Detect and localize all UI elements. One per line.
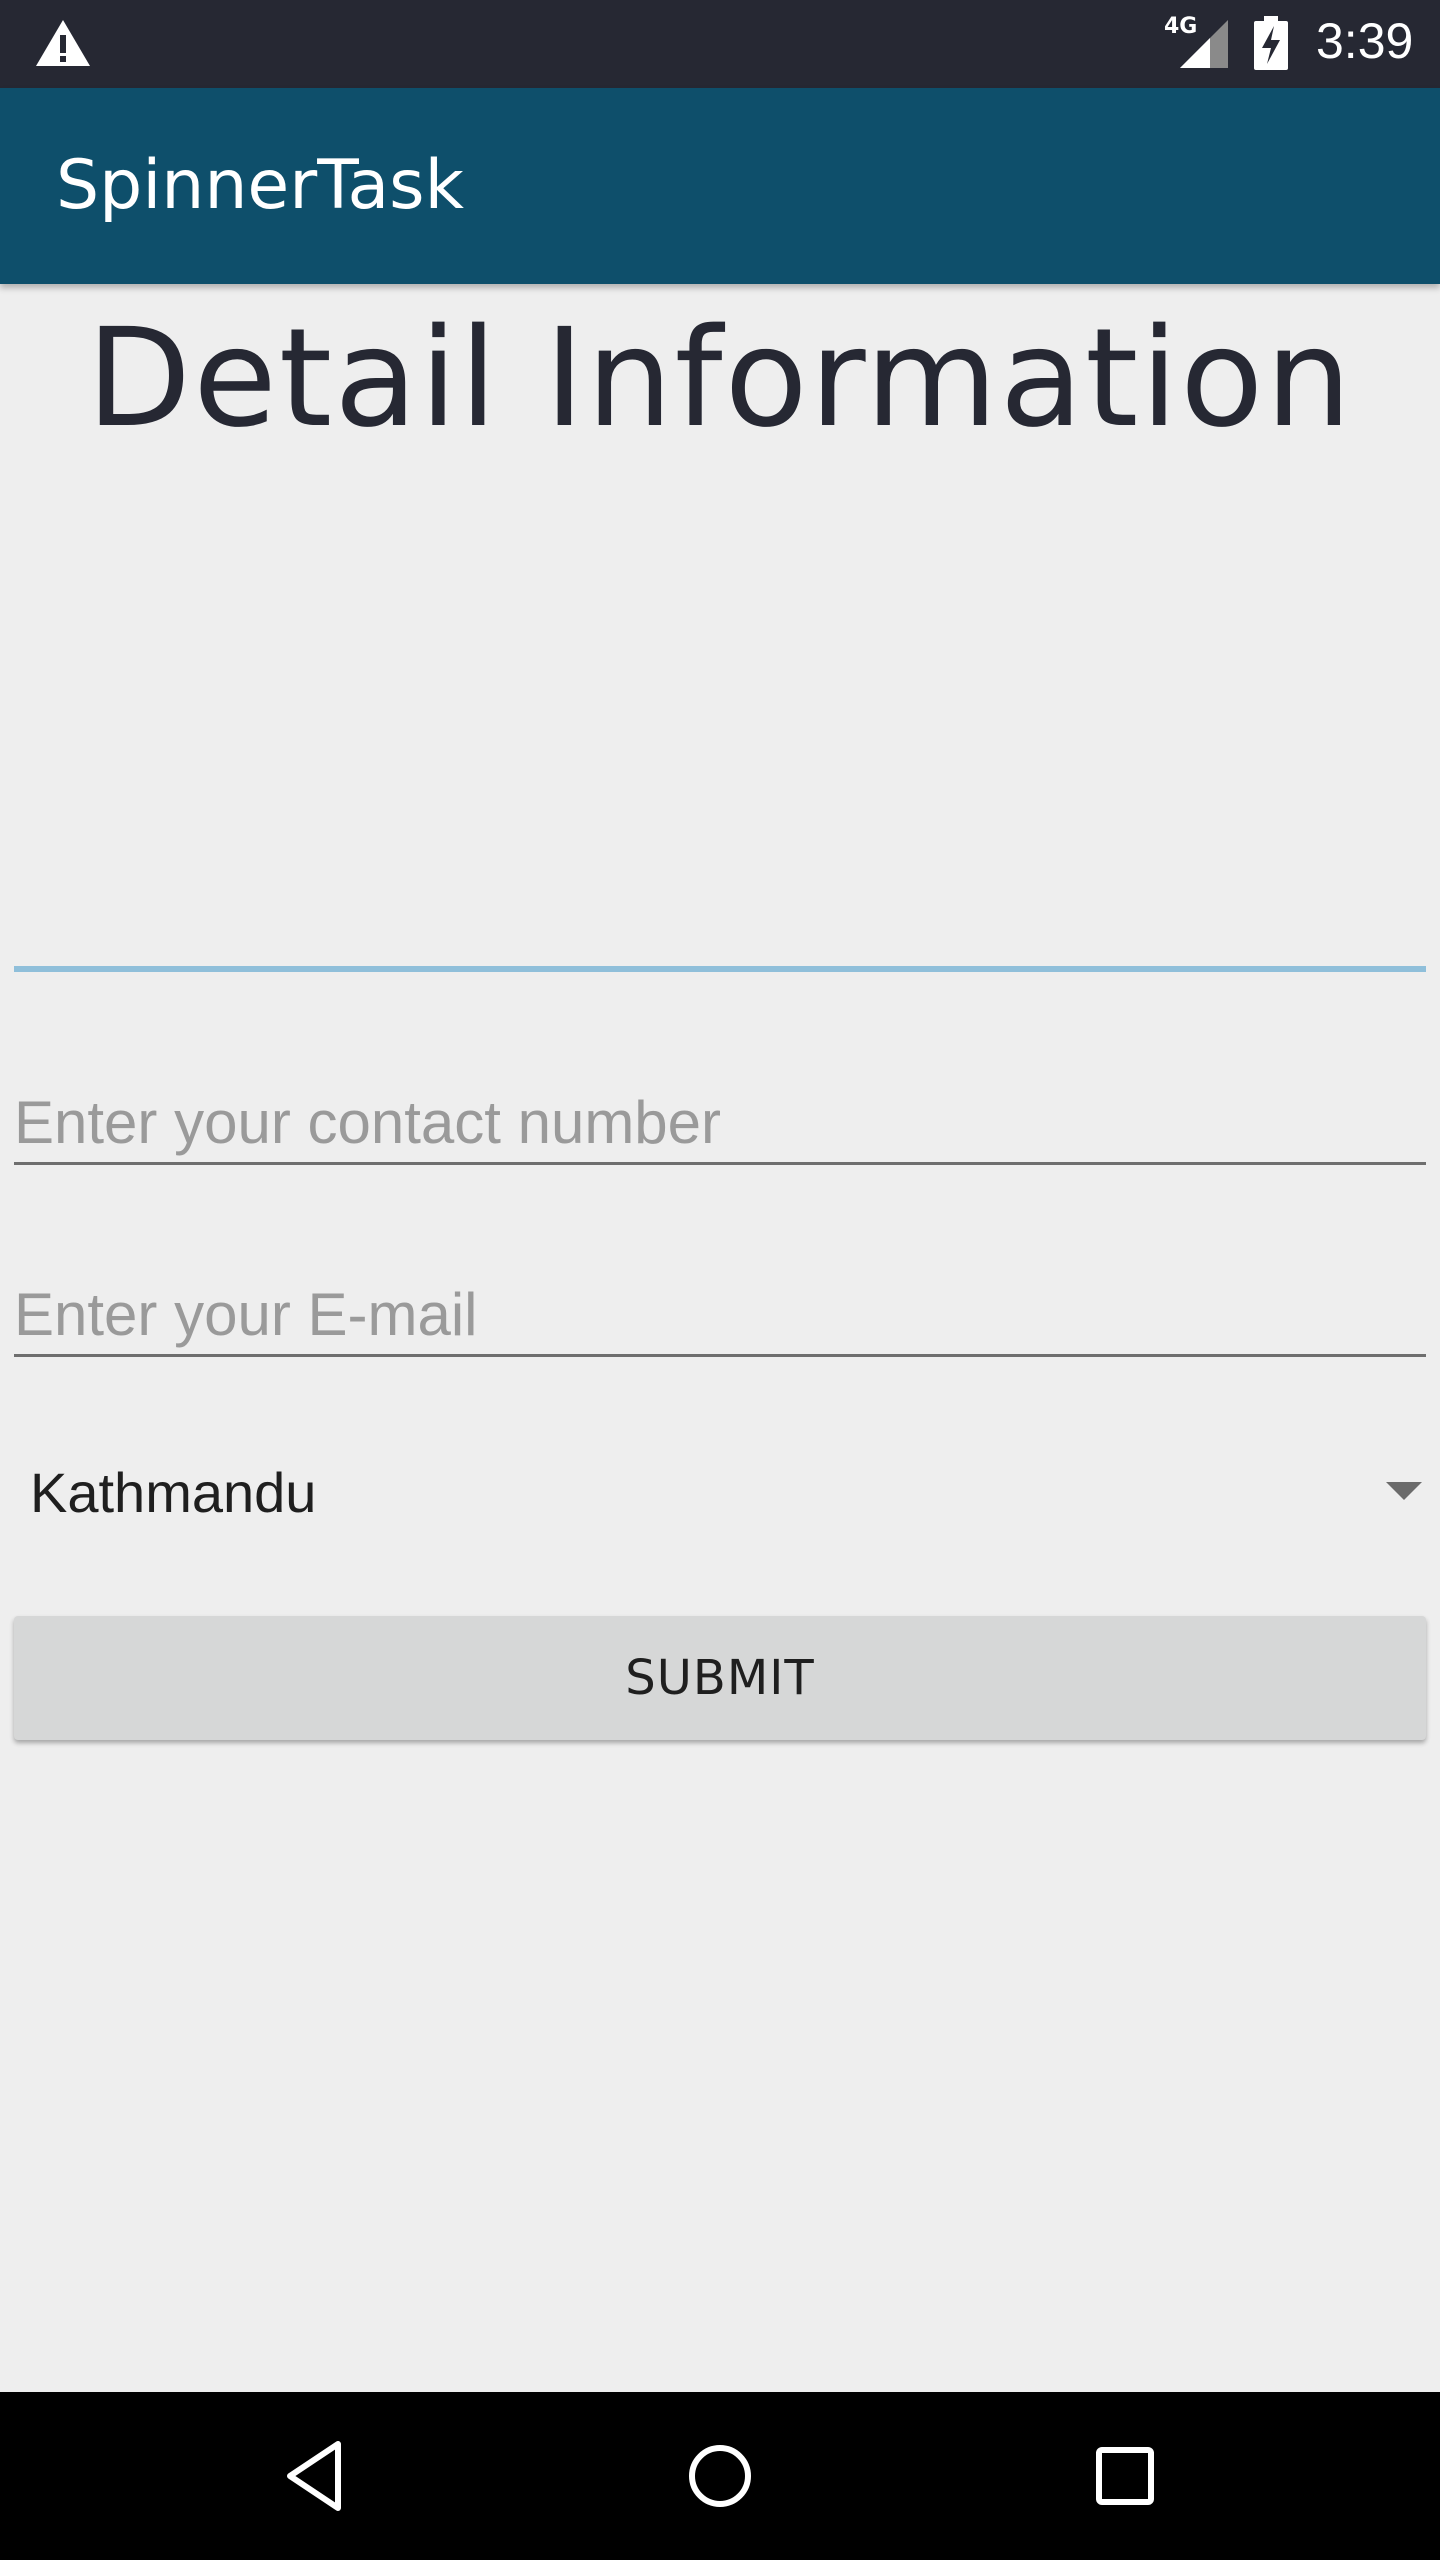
battery-charging-icon xyxy=(1254,16,1288,70)
city-spinner[interactable]: Kathmandu xyxy=(14,1440,1426,1540)
navigation-bar xyxy=(0,2392,1440,2560)
app-bar: SpinnerTask xyxy=(0,88,1440,284)
email-input[interactable] xyxy=(14,1274,1426,1357)
home-icon[interactable] xyxy=(680,2436,760,2516)
warning-icon xyxy=(36,20,90,66)
back-icon[interactable] xyxy=(276,2436,356,2516)
recent-apps-icon[interactable] xyxy=(1085,2436,1165,2516)
spinner-selected-value: Kathmandu xyxy=(30,1461,317,1524)
contact-number-input[interactable] xyxy=(14,1082,1426,1165)
focused-input-underline[interactable] xyxy=(14,966,1426,972)
status-bar: 4G 3:39 xyxy=(0,0,1440,88)
page-heading: Detail Information xyxy=(86,300,1354,458)
submit-button[interactable]: SUBMIT xyxy=(14,1616,1426,1740)
dropdown-arrow-icon xyxy=(1386,1482,1422,1500)
app-title: SpinnerTask xyxy=(56,146,464,225)
signal-icon xyxy=(1180,20,1228,68)
status-time: 3:39 xyxy=(1316,13,1414,69)
